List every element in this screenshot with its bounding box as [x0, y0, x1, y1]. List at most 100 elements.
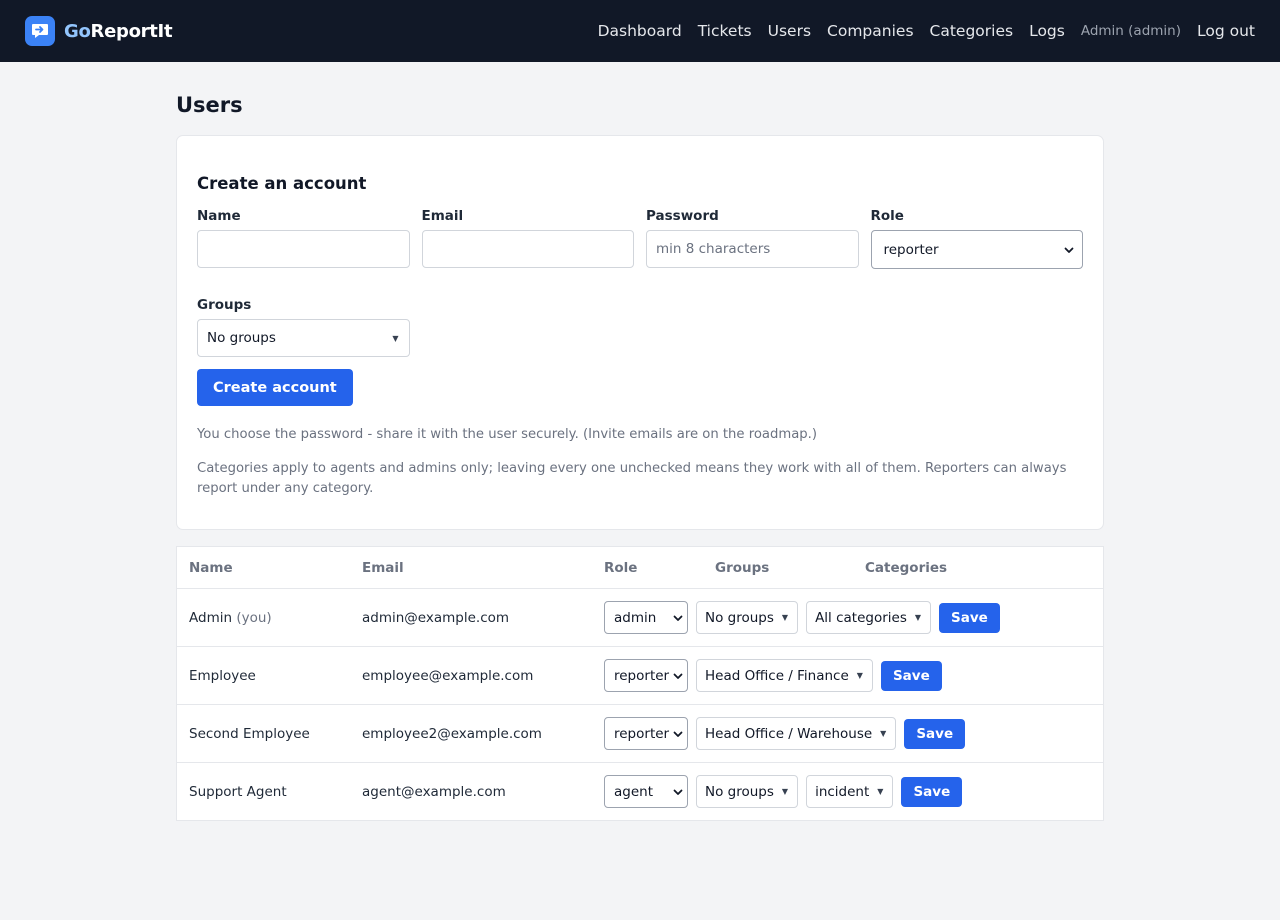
current-user-label: Admin (admin) — [1080, 23, 1181, 39]
user-name: Support Agent — [189, 783, 287, 800]
caret-down-icon: ▼ — [877, 787, 884, 796]
user-name: Employee — [189, 667, 256, 684]
password-input[interactable] — [646, 230, 859, 268]
user-role-select[interactable]: admin — [604, 601, 688, 634]
role-label: Role — [870, 208, 904, 224]
caret-down-icon: ▼ — [880, 729, 887, 738]
main-content: Users Create an account Name Email Passw… — [176, 92, 1104, 821]
role-field-group: Role reporter — [870, 208, 1083, 269]
role-select[interactable]: reporter — [870, 230, 1083, 269]
user-role-select[interactable]: agent — [604, 775, 688, 808]
caret-down-icon: ▼ — [856, 671, 863, 680]
chevron-down-icon — [673, 731, 683, 737]
save-button[interactable]: Save — [901, 776, 963, 807]
chevron-down-icon — [673, 789, 683, 795]
caret-down-icon: ▼ — [392, 333, 399, 343]
user-name: Admin (you) — [177, 610, 362, 626]
table-row: Admin (you) admin@example.com admin No g… — [177, 588, 1103, 646]
chevron-down-icon — [1064, 247, 1074, 253]
user-categories-dropdown[interactable]: All categories ▼ — [806, 601, 932, 634]
role-select-value: reporter — [883, 241, 939, 258]
user-email: agent@example.com — [362, 783, 506, 800]
user-categories-value: incident — [815, 783, 870, 800]
table-header: Name Email Role Groups Categories — [177, 547, 1103, 588]
user-categories-dropdown[interactable]: incident ▼ — [806, 775, 894, 808]
users-table: Name Email Role Groups Categories Admin … — [176, 546, 1104, 821]
email-input[interactable] — [421, 230, 634, 268]
groups-dropdown-value: No groups — [207, 330, 276, 346]
chat-report-logo-icon — [25, 16, 55, 46]
row-actions: agent No groups ▼ incident ▼ Save — [604, 775, 963, 808]
header-role: Role — [604, 559, 638, 576]
page-title: Users — [176, 93, 243, 117]
brand-suffix: ReportIt — [90, 20, 173, 42]
caret-down-icon: ▼ — [781, 787, 789, 796]
brand-name: GoReportIt — [64, 20, 173, 42]
brand-prefix: Go — [64, 20, 91, 42]
logout-link[interactable]: Log out — [1197, 22, 1255, 40]
chevron-down-icon — [673, 673, 683, 679]
nav-tickets[interactable]: Tickets — [698, 22, 752, 40]
save-button[interactable]: Save — [880, 660, 942, 691]
user-role-value: reporter — [614, 667, 670, 684]
table-row: Second Employee employee2@example.com re… — [177, 704, 1103, 762]
nav-categories[interactable]: Categories — [930, 22, 1014, 40]
groups-dropdown[interactable]: No groups ▼ — [197, 319, 410, 357]
nav-dashboard[interactable]: Dashboard — [598, 22, 682, 40]
email-label: Email — [421, 208, 464, 224]
top-navbar: GoReportIt Dashboard Tickets Users Compa… — [0, 0, 1280, 62]
nav-users[interactable]: Users — [768, 22, 811, 40]
user-groups-value: Head Office / Finance — [705, 667, 849, 684]
name-label: Name — [197, 208, 241, 224]
password-help-text: You choose the password - share it with … — [197, 427, 817, 442]
user-groups-dropdown[interactable]: Head Office / Warehouse ▼ — [696, 717, 897, 750]
create-account-button[interactable]: Create account — [197, 369, 353, 406]
user-groups-dropdown[interactable]: No groups ▼ — [696, 775, 799, 808]
caret-down-icon: ▼ — [781, 613, 789, 622]
save-button[interactable]: Save — [939, 602, 1000, 633]
chevron-down-icon — [673, 615, 683, 621]
you-note: (you) — [236, 609, 272, 626]
user-role-select[interactable]: reporter — [604, 717, 688, 750]
row-actions: admin No groups ▼ All categories ▼ Save — [604, 601, 1000, 634]
table-row: Employee employee@example.com reporter H… — [177, 646, 1103, 704]
user-role-value: admin — [614, 609, 657, 626]
name-input[interactable] — [197, 230, 410, 268]
user-email: employee@example.com — [362, 667, 534, 684]
create-account-fields: Name Email Password Role reporter — [197, 208, 1083, 269]
user-email: admin@example.com — [362, 609, 510, 626]
password-field-group: Password — [646, 208, 859, 269]
user-groups-dropdown[interactable]: No groups ▼ — [696, 601, 799, 634]
nav-links: Dashboard Tickets Users Companies Catego… — [582, 22, 1255, 40]
save-button[interactable]: Save — [904, 718, 966, 749]
create-account-title: Create an account — [197, 174, 367, 193]
row-actions: reporter Head Office / Finance ▼ Save — [604, 659, 942, 692]
user-email: employee2@example.com — [362, 725, 542, 742]
user-categories-value: All categories — [815, 609, 907, 626]
user-role-value: reporter — [614, 725, 670, 742]
name-field-group: Name — [197, 208, 410, 269]
row-actions: reporter Head Office / Warehouse ▼ Save — [604, 717, 966, 750]
user-role-value: agent — [614, 783, 653, 800]
header-name: Name — [189, 559, 233, 576]
caret-down-icon: ▼ — [914, 613, 922, 622]
user-role-select[interactable]: reporter — [604, 659, 688, 692]
user-name: Second Employee — [189, 725, 310, 742]
groups-field-group: Groups No groups ▼ — [197, 297, 1083, 357]
email-field-group: Email — [421, 208, 634, 269]
brand[interactable]: GoReportIt — [25, 16, 173, 46]
user-groups-value: No groups — [705, 609, 774, 626]
groups-label: Groups — [197, 297, 252, 313]
user-groups-value: Head Office / Warehouse — [705, 725, 873, 742]
password-label: Password — [646, 208, 719, 224]
user-name-text: Admin — [189, 609, 233, 626]
table-row: Support Agent agent@example.com agent No… — [177, 762, 1103, 820]
user-groups-value: No groups — [705, 783, 774, 800]
header-groups: Groups — [715, 559, 770, 576]
header-email: Email — [362, 559, 404, 576]
nav-companies[interactable]: Companies — [827, 22, 913, 40]
create-account-card: Create an account Name Email Password Ro… — [176, 135, 1104, 530]
categories-help-text: Categories apply to agents and admins on… — [197, 461, 1067, 496]
nav-logs[interactable]: Logs — [1029, 22, 1065, 40]
user-groups-dropdown[interactable]: Head Office / Finance ▼ — [696, 659, 873, 692]
